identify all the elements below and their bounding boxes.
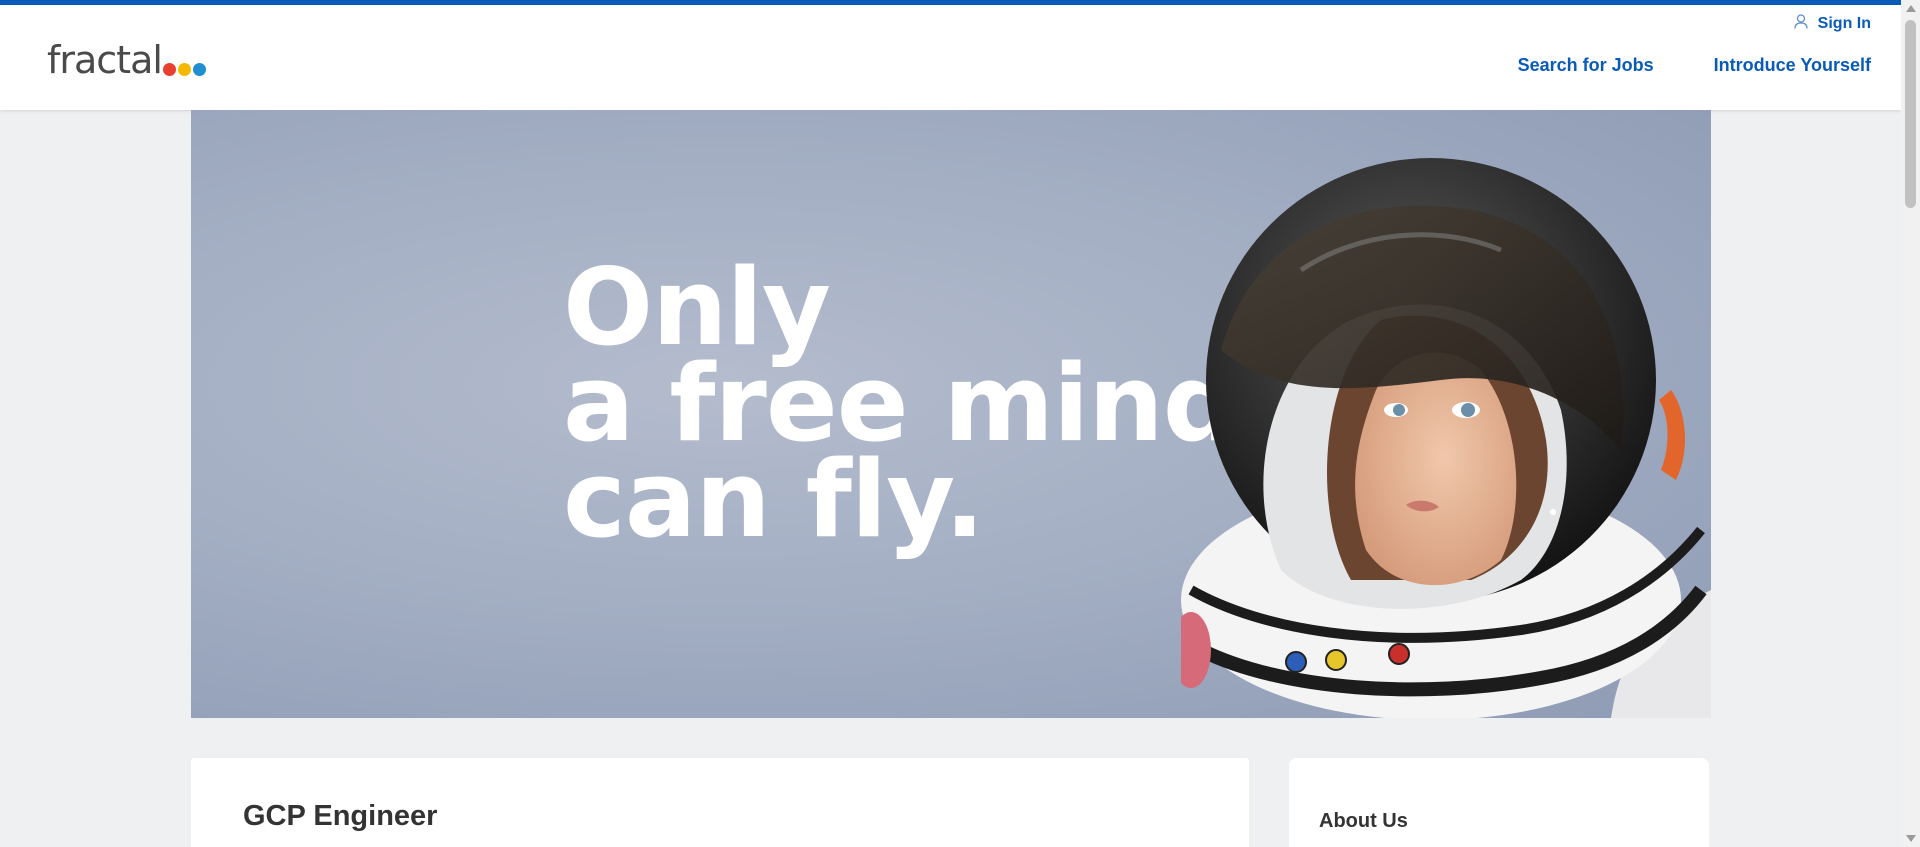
hero-tagline: Only a free mind can fly.	[563, 255, 1239, 561]
job-card: GCP Engineer	[191, 758, 1249, 847]
astronaut-child-image	[1181, 158, 1711, 718]
scroll-up-arrow-icon[interactable]	[1906, 5, 1916, 12]
scroll-down-arrow-icon[interactable]	[1906, 835, 1916, 842]
scrollbar-thumb[interactable]	[1905, 20, 1916, 208]
vertical-scrollbar[interactable]	[1901, 0, 1920, 847]
main-nav: Search for Jobs Introduce Yourself	[1518, 55, 1871, 76]
logo-wordmark: fractal	[47, 38, 163, 82]
sign-in-link[interactable]: Sign In	[1794, 14, 1871, 34]
hero-banner: Only a free mind can fly.	[191, 110, 1711, 718]
user-icon	[1794, 14, 1808, 34]
about-us-card: About Us	[1289, 758, 1709, 847]
nav-search-for-jobs[interactable]: Search for Jobs	[1518, 55, 1654, 76]
job-title: GCP Engineer	[243, 800, 438, 832]
logo-dot-yellow	[177, 63, 191, 76]
about-us-heading: About Us	[1319, 810, 1408, 832]
logo-dot-blue	[192, 63, 206, 76]
fractal-logo[interactable]: fractal	[47, 31, 206, 79]
site-header: fractal Sign In Search for Jobs Introduc…	[0, 5, 1901, 110]
nav-introduce-yourself[interactable]: Introduce Yourself	[1714, 55, 1871, 76]
logo-dots	[162, 63, 206, 76]
sign-in-label: Sign In	[1817, 15, 1871, 32]
hero-line-3: can fly.	[563, 438, 985, 561]
logo-dot-red	[162, 63, 176, 76]
